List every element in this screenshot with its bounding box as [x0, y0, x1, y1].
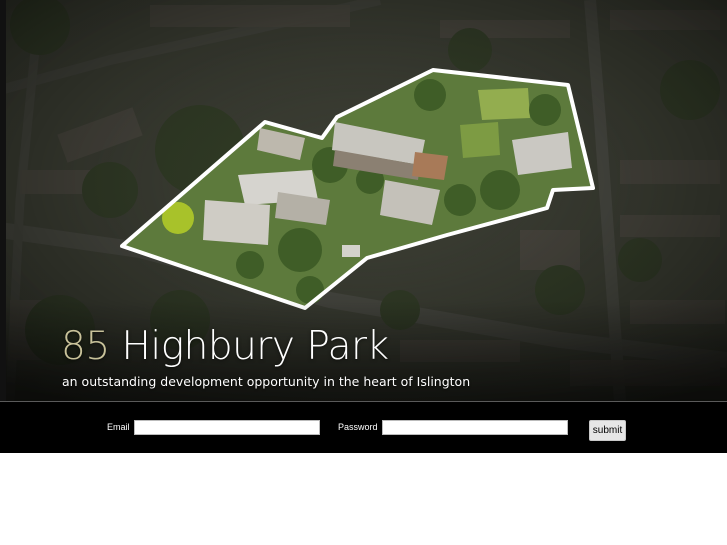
tagline: an outstanding development opportunity i…: [62, 374, 471, 389]
email-label: Email: [107, 422, 130, 432]
page-title: 85 Highbury Park: [61, 322, 389, 372]
email-field[interactable]: [134, 420, 320, 435]
hero-banner: 85 Highbury Park an outstanding developm…: [0, 0, 727, 401]
password-label: Password: [338, 422, 378, 432]
login-bar: Email Password submit: [0, 401, 727, 453]
submit-button[interactable]: submit: [589, 420, 626, 441]
title-name: Highbury Park: [121, 324, 390, 369]
password-field[interactable]: [382, 420, 568, 435]
left-edge-bar: [0, 0, 6, 401]
title-number: 85: [61, 324, 110, 369]
